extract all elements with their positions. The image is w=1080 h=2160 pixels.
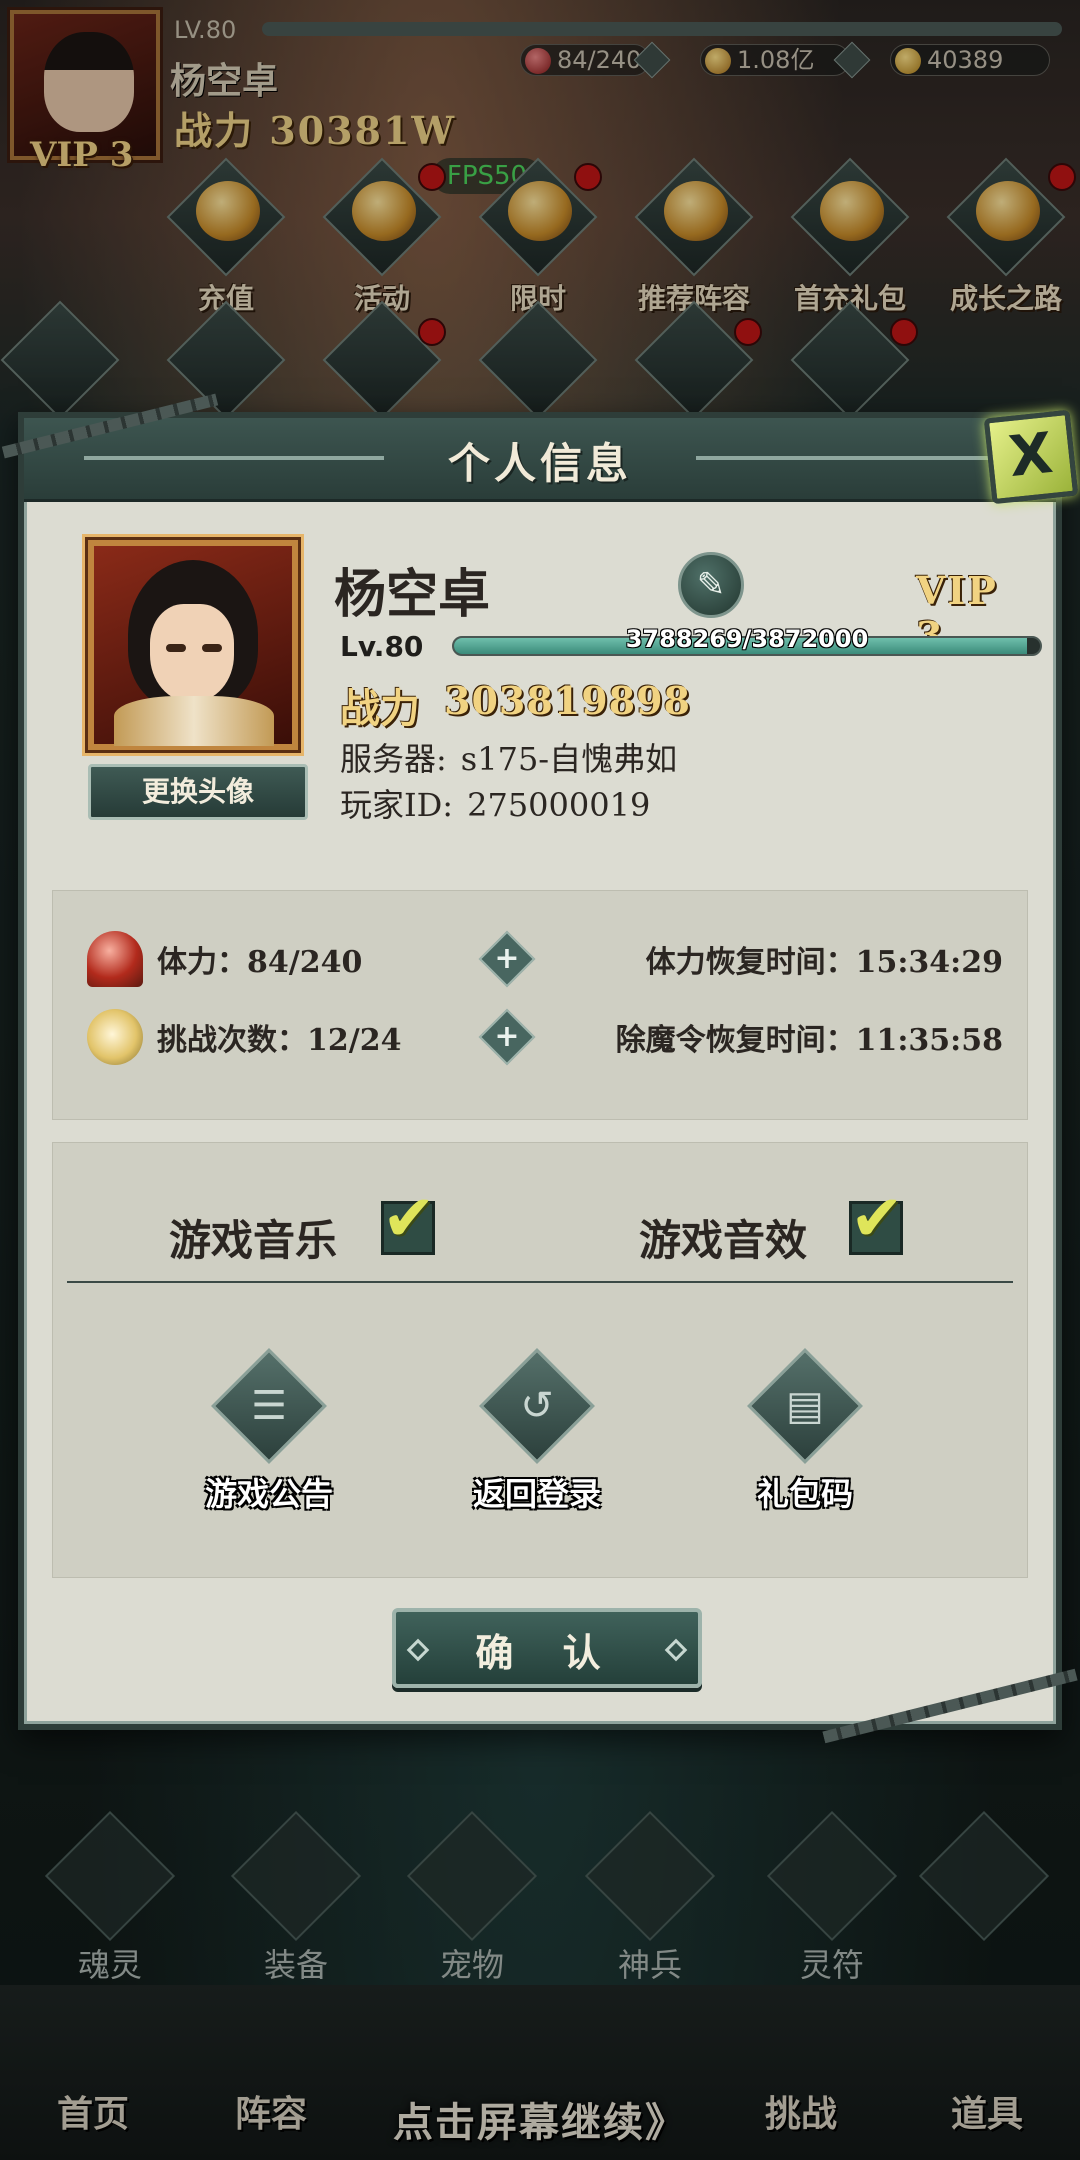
stamina-recovery-time: 体力恢复时间：15:34:29	[645, 945, 1003, 980]
challenge-token-icon	[87, 1009, 143, 1065]
announcement-label: 游戏公告	[204, 1475, 333, 1513]
stamina-orb-icon	[87, 931, 143, 987]
close-button[interactable]: X	[983, 409, 1079, 505]
music-label: 游戏音乐	[169, 1216, 338, 1265]
challenge-count: 挑战次数：12/24	[157, 1023, 402, 1058]
token-recovery-time: 除魔令恢复时间：11:35:58	[615, 1023, 1003, 1058]
settings-panel: 游戏音乐 ✔ 游戏音效 ✔ ☰ 游戏公告 ↺ 返回登录 ▤ 礼包码	[52, 1142, 1028, 1578]
profile-portrait	[88, 540, 298, 750]
confirm-label: 确 认	[475, 1630, 619, 1675]
change-avatar-button[interactable]: 更换头像	[88, 764, 308, 820]
player-id-value: 275000019	[467, 786, 651, 824]
player-id-label: 玩家ID:	[340, 786, 454, 824]
power-value: 303819898	[444, 678, 691, 723]
stats-panel: 体力：84/240 + 体力恢复时间：15:34:29 挑战次数：12/24 +…	[52, 890, 1028, 1120]
announcement-button[interactable]: ☰ 游戏公告	[169, 1348, 369, 1515]
pencil-icon: ✎	[696, 565, 726, 605]
notice-board-icon: ☰	[251, 1383, 287, 1429]
check-icon: ✔	[850, 1182, 904, 1256]
sfx-label: 游戏音效	[639, 1216, 808, 1265]
server-info: 服务器: s175-自愧弗如	[340, 734, 677, 780]
dialog-title: 个人信息	[447, 439, 632, 488]
power-label: 战力	[340, 685, 420, 732]
return-login-button[interactable]: ↺ 返回登录	[437, 1348, 637, 1515]
check-icon: ✔	[382, 1182, 436, 1256]
profile-level: Lv.80	[340, 630, 424, 663]
document-icon: ▤	[786, 1383, 824, 1429]
server-label: 服务器:	[340, 740, 447, 778]
profile-section: 更换头像 杨空卓 ✎ VIP 3 Lv.80 3788269/3872000 战…	[54, 508, 1042, 868]
gift-code-button[interactable]: ▤ 礼包码	[705, 1348, 905, 1515]
close-icon: X	[1005, 420, 1056, 491]
player-id-info: 玩家ID: 275000019	[340, 780, 650, 826]
music-checkbox[interactable]: ✔	[381, 1182, 436, 1256]
edit-name-button[interactable]: ✎	[678, 552, 744, 618]
profile-dialog: 个人信息 更换头像 杨空卓 ✎ VIP 3 Lv.80 3788269/3872…	[18, 412, 1062, 1730]
confirm-button[interactable]: 确 认	[392, 1608, 702, 1688]
gift-code-label: 礼包码	[756, 1475, 853, 1513]
undo-icon: ↺	[520, 1383, 554, 1429]
exp-text: 3788269/3872000	[625, 625, 869, 653]
stamina-row: 体力：84/240 + 体力恢复时间：15:34:29	[53, 925, 1027, 995]
add-stamina-plus-button[interactable]: +	[478, 930, 536, 988]
return-login-label: 返回登录	[472, 1475, 601, 1513]
dialog-header: 个人信息	[24, 418, 1056, 502]
profile-name: 杨空卓	[334, 564, 491, 625]
server-value: s175-自愧弗如	[460, 740, 678, 778]
sfx-checkbox[interactable]: ✔	[849, 1182, 904, 1256]
add-challenge-plus-button[interactable]: +	[478, 1008, 536, 1066]
challenge-row: 挑战次数：12/24 + 除魔令恢复时间：11:35:58	[53, 1003, 1027, 1073]
stamina-count: 体力：84/240	[157, 945, 363, 980]
divider	[67, 1281, 1013, 1283]
